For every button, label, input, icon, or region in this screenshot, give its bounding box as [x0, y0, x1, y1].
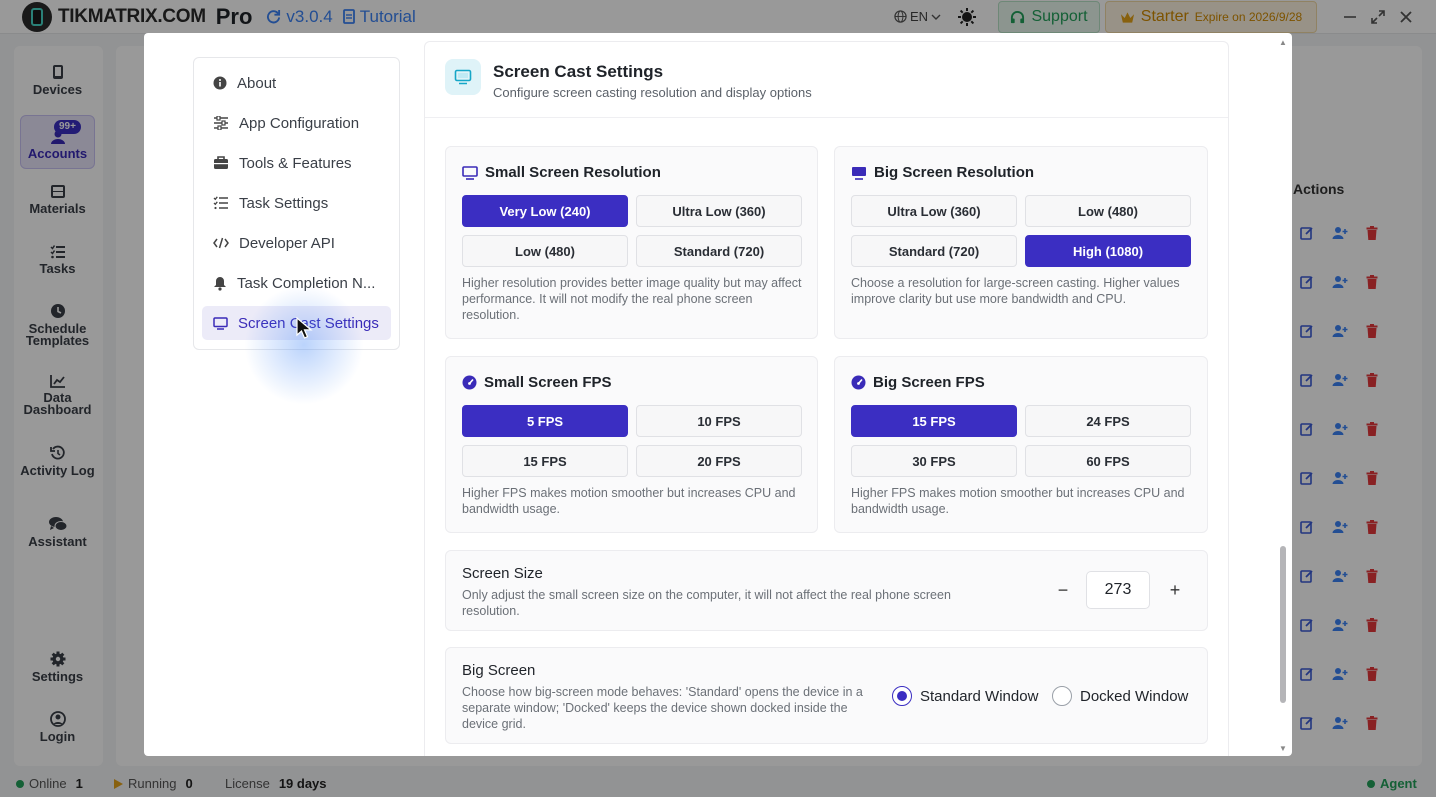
- radio-label: Standard Window: [920, 687, 1039, 705]
- gauge-icon: [462, 375, 477, 390]
- big-fps-card: Big Screen FPS 15 FPS 24 FPS 30 FPS 60 F…: [834, 356, 1208, 533]
- settings-dialog: About App Configuration Tools & Features…: [144, 33, 1292, 756]
- card-description: Choose a resolution for large-screen cas…: [851, 276, 1180, 306]
- decrease-size-button[interactable]: −: [1051, 578, 1075, 602]
- screen-size-description: Only adjust the small screen size on the…: [462, 588, 951, 618]
- small-fps-card: Small Screen FPS 5 FPS 10 FPS 15 FPS 20 …: [445, 356, 818, 533]
- menu-label: About: [237, 74, 277, 92]
- big-screen-description: Choose how big-screen mode behaves: 'Sta…: [462, 685, 863, 731]
- small-res-option[interactable]: Low (480): [462, 235, 628, 267]
- big-fps-option[interactable]: 24 FPS: [1025, 405, 1191, 437]
- menu-label: Task Settings: [239, 194, 329, 212]
- big-screen-mode-card: Big Screen Choose how big-screen mode be…: [445, 647, 1208, 744]
- dialog-scrollbar[interactable]: ▲ ▼: [1278, 39, 1288, 753]
- card-description: Higher FPS makes motion smoother but inc…: [462, 486, 796, 516]
- screen-size-card: Screen Size Only adjust the small screen…: [445, 550, 1208, 631]
- screen-size-label: Screen Size: [462, 565, 543, 582]
- menu-item-app-configuration[interactable]: App Configuration: [202, 106, 391, 140]
- code-icon: [213, 237, 229, 249]
- toolbox-icon: [214, 156, 228, 169]
- small-fps-option[interactable]: 15 FPS: [462, 445, 628, 477]
- panel-subtitle: Configure screen casting resolution and …: [493, 85, 812, 100]
- bell-icon: [214, 276, 226, 291]
- menu-label: App Configuration: [239, 114, 360, 132]
- card-title: Small Screen FPS: [462, 374, 612, 391]
- mouse-pointer-icon: [296, 317, 313, 339]
- big-res-option[interactable]: High (1080): [1025, 235, 1191, 267]
- small-fps-option[interactable]: 10 FPS: [636, 405, 802, 437]
- docked-window-radio[interactable]: Docked Window: [1052, 686, 1188, 706]
- menu-item-about[interactable]: About: [202, 66, 391, 100]
- gauge-icon: [851, 375, 866, 390]
- scrollbar-thumb[interactable]: [1280, 546, 1286, 703]
- card-title-text: Big Screen FPS: [873, 374, 985, 391]
- settings-menu: About App Configuration Tools & Features…: [193, 57, 400, 350]
- screen-cast-settings-panel: Screen Cast Settings Configure screen ca…: [424, 41, 1229, 756]
- big-fps-option[interactable]: 30 FPS: [851, 445, 1017, 477]
- radio-indicator: [892, 686, 912, 706]
- small-res-option[interactable]: Very Low (240): [462, 195, 628, 227]
- radio-label: Docked Window: [1080, 687, 1189, 705]
- big-res-option[interactable]: Low (480): [1025, 195, 1191, 227]
- card-title: Big Screen Resolution: [851, 164, 1034, 181]
- screen-size-input[interactable]: 273: [1086, 571, 1150, 609]
- card-title-text: Small Screen Resolution: [485, 164, 661, 181]
- small-resolution-card: Small Screen Resolution Very Low (240) U…: [445, 146, 818, 339]
- card-title-text: Small Screen FPS: [484, 374, 612, 391]
- desktop-icon: [462, 165, 478, 180]
- card-description: Higher FPS makes motion smoother but inc…: [851, 486, 1185, 516]
- scroll-up-icon[interactable]: ▲: [1278, 39, 1288, 47]
- card-description: Higher resolution provides better image …: [462, 276, 802, 322]
- increase-size-button[interactable]: +: [1163, 578, 1187, 602]
- monitor-icon: [213, 316, 228, 330]
- small-res-option[interactable]: Standard (720): [636, 235, 802, 267]
- big-res-option[interactable]: Ultra Low (360): [851, 195, 1017, 227]
- screen-cast-icon: [445, 59, 481, 95]
- big-res-option[interactable]: Standard (720): [851, 235, 1017, 267]
- standard-window-radio[interactable]: Standard Window: [892, 686, 1038, 706]
- card-title: Big Screen FPS: [851, 374, 985, 391]
- desktop-icon: [852, 166, 866, 180]
- menu-label: Developer API: [239, 234, 335, 252]
- big-screen-label: Big Screen: [462, 662, 536, 679]
- panel-header: Screen Cast Settings Configure screen ca…: [425, 42, 1228, 118]
- menu-label: Tools & Features: [239, 154, 352, 172]
- big-fps-option[interactable]: 15 FPS: [851, 405, 1017, 437]
- small-fps-option[interactable]: 20 FPS: [636, 445, 802, 477]
- big-fps-option[interactable]: 60 FPS: [1025, 445, 1191, 477]
- menu-item-task-settings[interactable]: Task Settings: [202, 186, 391, 220]
- panel-title: Screen Cast Settings: [493, 62, 664, 81]
- small-fps-option[interactable]: 5 FPS: [462, 405, 628, 437]
- menu-label: Task Completion N...: [237, 274, 376, 292]
- scroll-down-icon[interactable]: ▼: [1278, 745, 1288, 753]
- card-title-text: Big Screen Resolution: [874, 164, 1035, 181]
- small-res-option[interactable]: Ultra Low (360): [636, 195, 802, 227]
- sliders-icon: [214, 116, 228, 130]
- big-resolution-card: Big Screen Resolution Ultra Low (360) Lo…: [834, 146, 1208, 339]
- menu-item-task-completion[interactable]: Task Completion N...: [202, 266, 391, 300]
- info-icon: [213, 76, 227, 90]
- menu-item-tools-features[interactable]: Tools & Features: [202, 146, 391, 180]
- menu-item-developer-api[interactable]: Developer API: [202, 226, 391, 260]
- radio-indicator: [1052, 686, 1072, 706]
- card-title: Small Screen Resolution: [462, 164, 661, 181]
- checklist-icon: [213, 196, 228, 210]
